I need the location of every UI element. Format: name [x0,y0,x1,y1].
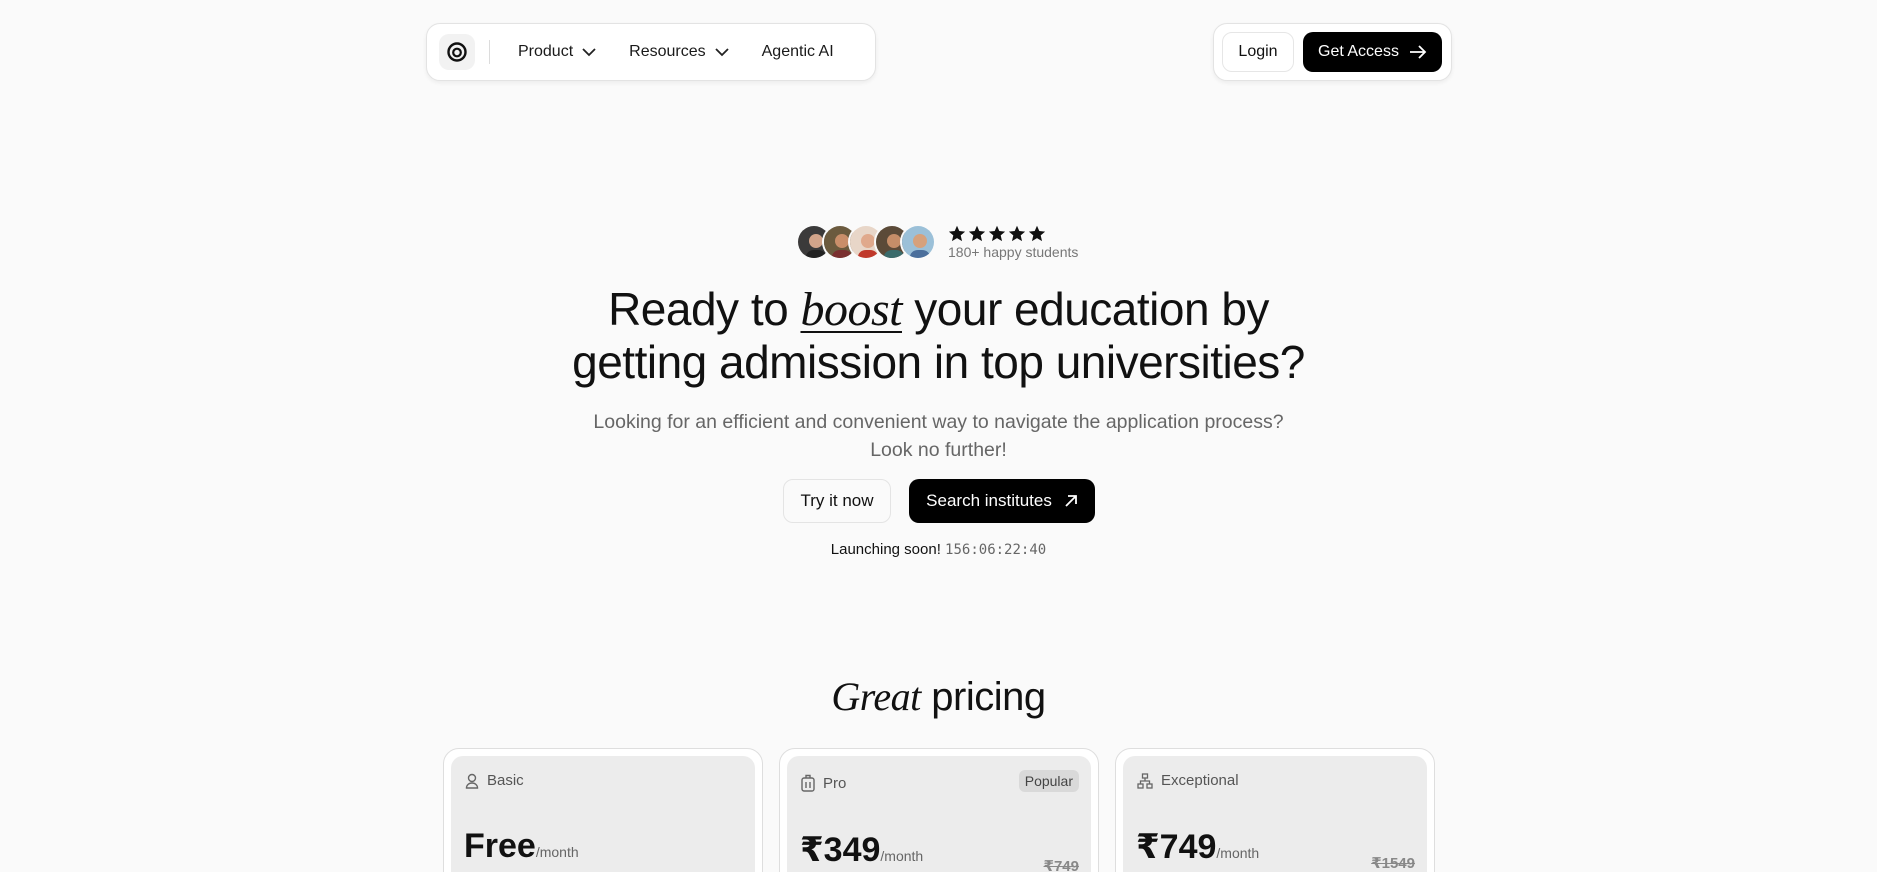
rating-stars [948,225,1078,242]
original-price: ₹749 [1043,858,1079,872]
star-icon [988,225,1006,241]
social-proof: 180+ happy students [796,222,1078,262]
price-period: /month [880,848,924,864]
launch-countdown: Launching soon! 156:06:22:40 [0,541,1877,558]
get-access-button[interactable]: Get Access [1303,32,1442,72]
avatar [900,224,936,260]
hero-subtitle: Looking for an efficient and convenient … [0,408,1877,464]
star-icon [1028,225,1046,241]
price-period: /month [1216,845,1260,861]
star-icon [968,225,986,241]
popular-badge: Popular [1018,770,1079,792]
plan-price: ₹749 [1136,828,1217,866]
star-icon [1008,225,1026,241]
nav-item-product[interactable]: Product [502,32,613,72]
arrow-up-right-icon [1065,495,1077,507]
price-row: Free /month [464,827,579,866]
launch-label: Launching soon! [830,541,941,558]
pricing-title: Great pricing [0,673,1877,720]
hero-title-line2: getting admission in top universities? [572,336,1305,388]
pricing-card-exceptional[interactable]: Exceptional ₹749 /month ₹1549 [1115,748,1435,872]
try-it-now-button[interactable]: Try it now [783,479,891,523]
hero-title-part: Ready to [608,283,801,335]
plan-name: Exceptional [1137,772,1413,789]
plan-name-label: Basic [487,772,524,789]
nav-item-resources[interactable]: Resources [613,32,745,72]
sitemap-icon [1137,772,1153,789]
logo-icon[interactable] [439,34,475,70]
get-access-label: Get Access [1318,43,1399,60]
nav-item-label: Product [518,43,574,60]
nav-item-agentic-ai[interactable]: Agentic AI [746,32,850,72]
pricing-card-basic[interactable]: Basic Free /month [443,748,763,872]
original-price: ₹1549 [1371,855,1415,872]
pricing-title-emphasis: Great [831,674,921,719]
chevron-down-icon [714,48,729,57]
plan-price: ₹349 [800,831,881,869]
price-row: ₹749 /month [1136,827,1259,867]
search-institutes-button[interactable]: Search institutes [909,479,1095,523]
star-icon [948,225,966,241]
avatar-group [796,224,936,260]
countdown-timer: 156:06:22:40 [945,542,1047,558]
briefcase-icon [801,774,815,792]
pricing-card-inner: Exceptional ₹749 /month ₹1549 [1123,756,1427,872]
cta-row: Try it now Search institutes [783,479,1095,523]
pricing-title-rest: pricing [920,675,1046,719]
search-institutes-label: Search institutes [926,491,1052,510]
rating-block: 180+ happy students [948,225,1078,260]
plan-name: Basic [465,772,741,789]
plan-name-label: Pro [823,774,847,792]
user-icon [465,773,479,789]
auth-nav: Login Get Access [1213,23,1452,81]
nav-item-label: Resources [629,43,706,60]
pricing-card-inner: Pro Popular ₹349 /month ₹749 [787,756,1091,872]
chevron-down-icon [582,48,596,57]
price-row: ₹349 /month [800,830,923,870]
nav-divider [489,40,490,64]
price-period: /month [535,844,579,860]
hero-title-emphasis: boost [800,283,902,336]
hero-subtitle-line: Looking for an efficient and convenient … [593,411,1284,433]
pricing-card-pro[interactable]: Pro Popular ₹349 /month ₹749 [779,748,1099,872]
hero-title-part: your education by [902,283,1269,335]
login-button[interactable]: Login [1222,32,1294,72]
hero-subtitle-line: Look no further! [870,439,1007,461]
nav-item-label: Agentic AI [761,43,834,60]
pricing-card-inner: Basic Free /month [451,756,755,872]
hero-title: Ready to boost your education by getting… [0,283,1877,389]
plan-name-label: Exceptional [1161,772,1239,789]
students-count-text: 180+ happy students [948,243,1079,260]
plan-price: Free [464,827,536,865]
arrow-right-icon [1409,45,1427,59]
main-nav: Product Resources Agentic AI [426,23,876,81]
